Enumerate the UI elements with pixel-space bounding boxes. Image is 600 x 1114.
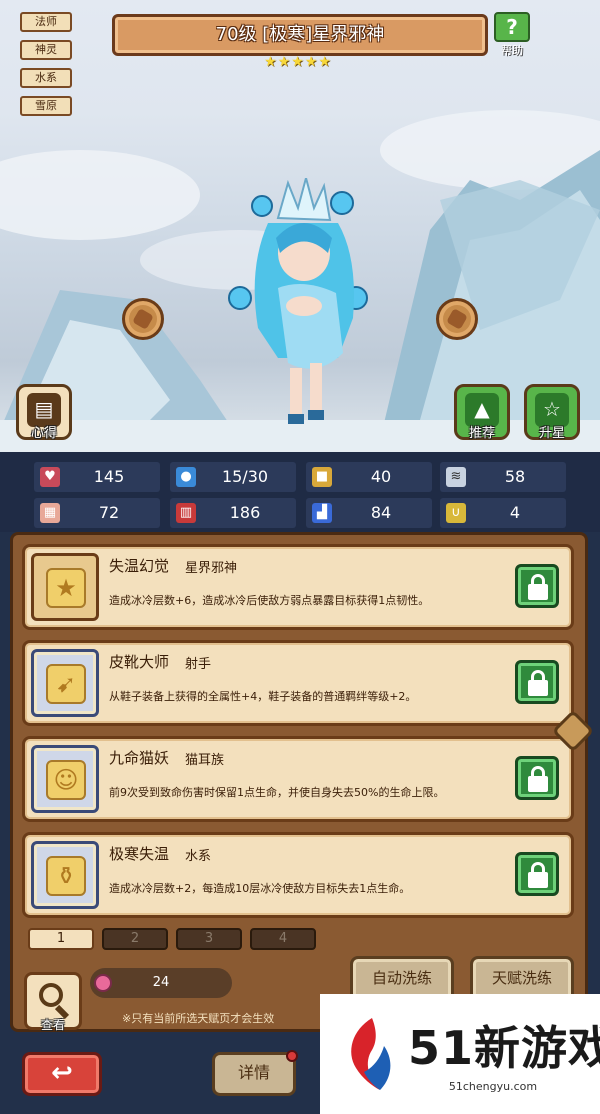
refine-cost: 24	[90, 968, 232, 998]
tag-snowfield[interactable]: 雪原	[20, 96, 72, 116]
star-up-label: 升星	[538, 426, 565, 441]
star-icon: ★	[277, 54, 291, 70]
talent-icon-frame: ⚱	[31, 841, 99, 909]
talent-category: 射手	[185, 657, 212, 672]
fist-icon: ▦	[40, 503, 60, 523]
tag-deity[interactable]: 神灵	[20, 40, 72, 60]
stat-value: 72	[98, 503, 120, 522]
luck-icon: ∪	[446, 503, 466, 523]
stat-value: 186	[229, 503, 261, 522]
talent-desc: 从鞋子装备上获得的全属性+4，鞋子装备的普通羁绊等级+2。	[109, 690, 417, 703]
brand-name: 51新游戏	[408, 1021, 600, 1075]
flask-icon: ⚱	[46, 856, 86, 896]
next-hero-coin-icon[interactable]	[436, 298, 478, 340]
star-icon: ★	[291, 54, 304, 70]
page-tab-1[interactable]: 1	[28, 928, 94, 950]
talent-desc: 造成冰冷层数+6，造成冰冷后使敌方弱点暴露目标获得1点韧性。	[109, 594, 430, 607]
insights-button[interactable]: ▤ 心得	[16, 384, 72, 441]
talent-page-tabs: 1 2 3 4	[28, 928, 316, 952]
talent-name: 皮靴大师	[109, 653, 170, 671]
page-tab-4[interactable]: 4	[250, 928, 316, 950]
help-button[interactable]: ? 帮助	[492, 12, 532, 60]
talent-desc: 造成冰冷层数+2，每造成10层冰冷使敌方目标失去1点生命。	[109, 882, 411, 895]
star-up-button[interactable]: ☆ 升星	[524, 384, 580, 441]
stat-value: 40	[370, 467, 392, 486]
active-page-note: ※只有当前所选天赋页才会生效	[122, 1012, 275, 1025]
talent-name: 极寒失温	[109, 845, 170, 863]
star-rating: ★ ★ ★ ★ ★	[264, 55, 340, 69]
stat-value: 15/30	[221, 467, 269, 486]
shield-icon: ■	[312, 467, 332, 487]
stat-intellect: ▥ 186	[170, 498, 296, 528]
back-arrow-icon: ↩	[51, 1058, 73, 1088]
hero-title: 70级 [极寒]星界邪神	[215, 24, 385, 45]
stat-defense: ■ 40	[306, 462, 432, 492]
heart-icon: ♥	[40, 467, 60, 487]
stat-agility: ▟ 84	[306, 498, 432, 528]
insights-label: 心得	[30, 426, 57, 441]
watermark: 51新游戏 51chengyu.com	[320, 994, 600, 1114]
star-icon: ★	[264, 54, 277, 70]
details-button[interactable]: 详情	[212, 1050, 298, 1096]
lock-button[interactable]	[515, 756, 559, 800]
talent-name: 失温幻觉	[109, 557, 170, 575]
prev-hero-coin-icon[interactable]	[122, 298, 164, 340]
talent-category: 猫耳族	[185, 753, 225, 768]
stat-value: 4	[509, 503, 521, 522]
lock-button[interactable]	[515, 564, 559, 608]
talent-icon-frame: ☺	[31, 745, 99, 813]
view-label: 查看	[40, 1018, 65, 1032]
stat-value: 84	[370, 503, 392, 522]
cost-value: 24	[152, 975, 170, 990]
page-tab-2[interactable]: 2	[102, 928, 168, 950]
talent-icon-frame: ➹	[31, 649, 99, 717]
character-scene: 法师 神灵 水系 雪原 70级 [极寒]星界邪神 ★ ★ ★ ★ ★ ? 帮助	[0, 0, 600, 452]
star-icon: ★	[318, 54, 331, 70]
talent-icon-frame: ★	[31, 553, 99, 621]
star-icon: ★	[304, 54, 318, 70]
notification-dot	[286, 1050, 298, 1062]
cat-icon: ☺	[46, 760, 86, 800]
page-tab-3[interactable]: 3	[176, 928, 242, 950]
stat-mana: ● 15/30	[170, 462, 296, 492]
talent-card-4[interactable]: ⚱ 极寒失温 水系 造成冰冷层数+2，每造成10层冰冷使敌方目标失去1点生命。	[22, 832, 574, 918]
help-label: 帮助	[501, 44, 523, 57]
magnifier-icon	[39, 983, 63, 1007]
recommend-button[interactable]: ▲ 推荐	[454, 384, 510, 441]
talent-category: 星界邪神	[185, 561, 238, 576]
book-icon: ▥	[176, 503, 196, 523]
boot-icon: ▟	[312, 503, 332, 523]
stat-strength: ▦ 72	[34, 498, 160, 528]
bow-icon: ➹	[46, 664, 86, 704]
talent-card-3[interactable]: ☺ 九命猫妖 猫耳族 前9次受到致命伤害时保留1点生命，并使自身失去50%的生命…	[22, 736, 574, 822]
tag-mage[interactable]: 法师	[20, 12, 72, 32]
view-button[interactable]: 查看	[24, 972, 82, 1032]
talent-name: 九命猫妖	[109, 749, 170, 767]
stat-luck: ∪ 4	[440, 498, 566, 528]
stat-health: ♥ 145	[34, 462, 160, 492]
talent-card-2[interactable]: ➹ 皮靴大师 射手 从鞋子装备上获得的全属性+4，鞋子装备的普通羁绊等级+2。	[22, 640, 574, 726]
lock-button[interactable]	[515, 852, 559, 896]
recommend-label: 推荐	[468, 426, 495, 441]
star-icon: ★	[46, 568, 86, 608]
stat-speed: ≋ 58	[440, 462, 566, 492]
hero-title-banner: 70级 [极寒]星界邪神	[112, 14, 488, 56]
tag-water[interactable]: 水系	[20, 68, 72, 88]
talent-category: 水系	[185, 849, 212, 864]
talent-card-1[interactable]: ★ 失温幻觉 星界邪神 造成冰冷层数+6，造成冰冷后使敌方弱点暴露目标获得1点韧…	[22, 544, 574, 630]
water-drop-icon: ●	[176, 467, 196, 487]
wing-icon: ≋	[446, 467, 466, 487]
hero-character-sprite	[228, 178, 368, 424]
lock-button[interactable]	[515, 660, 559, 704]
question-icon: ?	[494, 12, 530, 42]
talent-desc: 前9次受到致命伤害时保留1点生命，并使自身失去50%的生命上限。	[109, 786, 445, 799]
details-label: 详情	[237, 1063, 270, 1082]
brand-url: 51chengyu.com	[448, 1080, 538, 1093]
back-button[interactable]: ↩	[22, 1052, 102, 1096]
stat-value: 145	[93, 467, 125, 486]
brand-logo-icon	[351, 1018, 391, 1090]
stat-value: 58	[504, 467, 526, 486]
stats-panel: ♥ 145 ● 15/30 ■ 40 ≋ 58 ▦ 72 ▥ 186 ▟ 84 …	[0, 452, 600, 532]
